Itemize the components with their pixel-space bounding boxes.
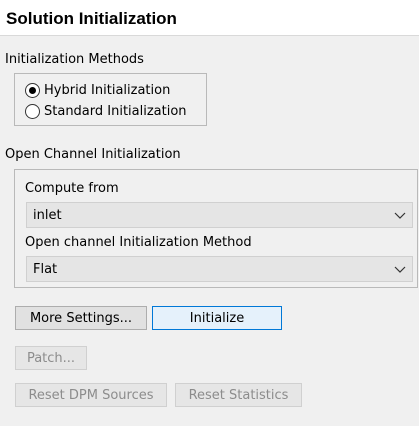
open-channel-group: Compute from inlet Open channel Initiali… bbox=[14, 169, 418, 288]
radio-hybrid-label: Hybrid Initialization bbox=[44, 82, 171, 98]
chevron-down-icon bbox=[394, 266, 406, 273]
compute-from-label: Compute from bbox=[25, 181, 119, 196]
reset-dpm-sources-button[interactable]: Reset DPM Sources bbox=[15, 383, 167, 407]
initialize-button[interactable]: Initialize bbox=[152, 306, 282, 330]
compute-from-select[interactable]: inlet bbox=[26, 202, 413, 228]
panel-title: Solution Initialization bbox=[0, 0, 419, 36]
init-methods-group: Hybrid Initialization Standard Initializ… bbox=[14, 73, 207, 126]
method-select[interactable]: Flat bbox=[26, 256, 413, 282]
reset-statistics-button[interactable]: Reset Statistics bbox=[175, 383, 302, 407]
radio-selected-icon bbox=[25, 82, 40, 98]
method-value: Flat bbox=[33, 261, 58, 277]
open-channel-label: Open Channel Initialization bbox=[5, 147, 181, 162]
radio-standard-label: Standard Initialization bbox=[44, 103, 187, 119]
compute-from-value: inlet bbox=[33, 207, 62, 223]
radio-unselected-icon bbox=[25, 103, 40, 119]
init-methods-label: Initialization Methods bbox=[5, 52, 144, 67]
more-settings-button[interactable]: More Settings... bbox=[15, 306, 147, 330]
radio-standard[interactable]: Standard Initialization bbox=[25, 102, 187, 120]
radio-hybrid[interactable]: Hybrid Initialization bbox=[25, 81, 170, 99]
chevron-down-icon bbox=[394, 212, 406, 219]
patch-button[interactable]: Patch... bbox=[15, 346, 87, 370]
method-label: Open channel Initialization Method bbox=[25, 235, 252, 250]
